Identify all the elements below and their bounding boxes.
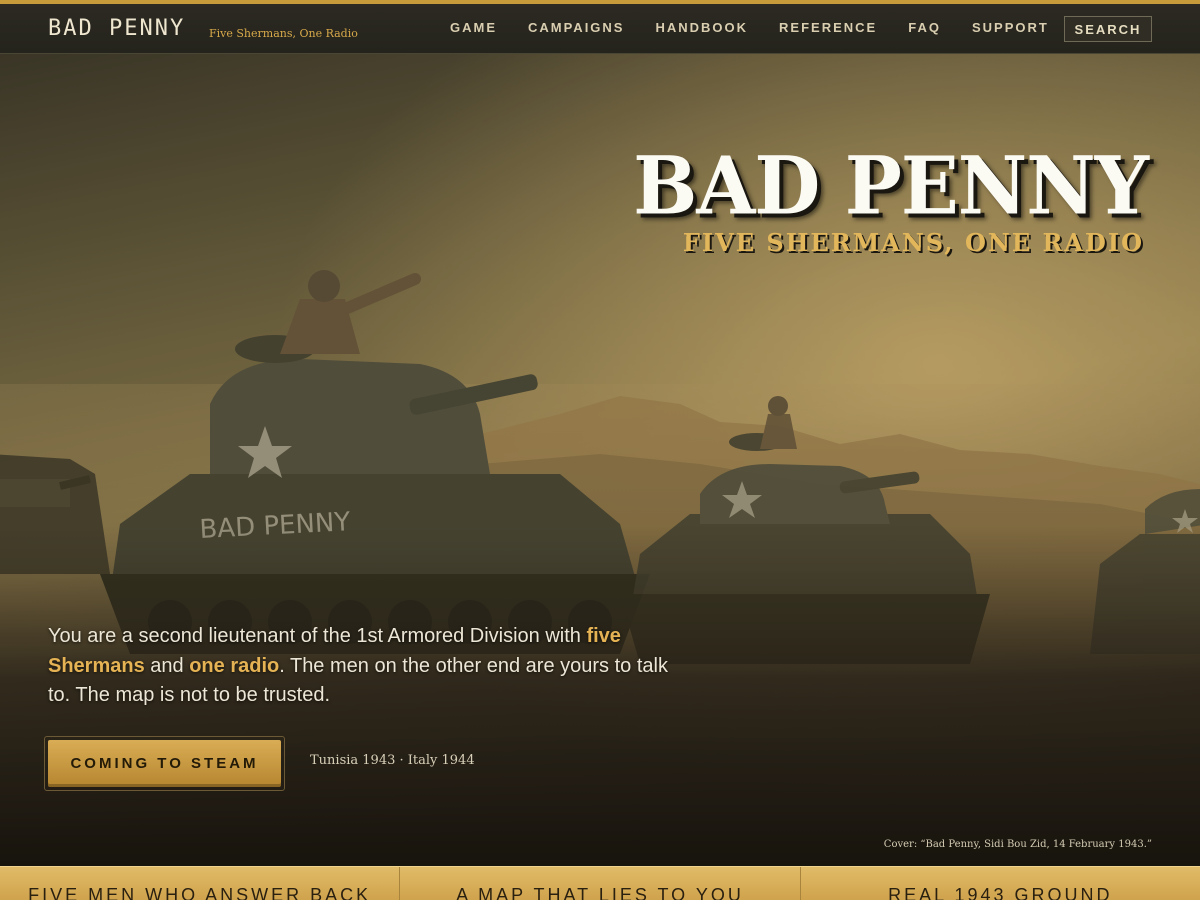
- logo-subtitle: FIVE SHERMANS, ONE RADIO: [682, 228, 1144, 257]
- hero-banner: BAD PENNY BAD PENN: [0, 54, 1200, 866]
- nav-reference[interactable]: REFERENCE: [779, 20, 877, 35]
- nav-game[interactable]: GAME: [450, 20, 497, 35]
- nav-faq[interactable]: FAQ: [908, 20, 941, 35]
- nav-handbook[interactable]: HANDBOOK: [655, 20, 748, 35]
- site-tagline: Five Shermans, One Radio: [209, 27, 358, 40]
- top-navigation-bar: BAD PENNY Five Shermans, One Radio GAME …: [0, 0, 1200, 54]
- site-brand[interactable]: BAD PENNY: [48, 16, 185, 41]
- intro-highlight-radio: one radio: [189, 654, 280, 677]
- intro-text: You are a second lieutenant of the 1st A…: [48, 625, 587, 647]
- feature-tab-ground[interactable]: REAL 1943 GROUND: [801, 867, 1200, 900]
- feature-tab-map[interactable]: A MAP THAT LIES TO YOU: [400, 867, 801, 900]
- game-logo: BAD PENNY FIVE SHERMANS, ONE RADIO: [633, 138, 1149, 257]
- search-button[interactable]: SEARCH: [1064, 16, 1152, 42]
- feature-strip: FIVE MEN WHO ANSWER BACK A MAP THAT LIES…: [0, 866, 1200, 900]
- page: BAD PENNY Five Shermans, One Radio GAME …: [0, 0, 1200, 900]
- nav-campaigns[interactable]: CAMPAIGNS: [528, 20, 624, 35]
- release-settings-text: Tunisia 1943 · Italy 1944: [310, 753, 475, 768]
- logo-title: BAD PENNY: [633, 138, 1149, 233]
- coming-to-steam-button[interactable]: COMING TO STEAM: [44, 736, 285, 791]
- cover-caption: Cover: “Bad Penny, Sidi Bou Zid, 14 Febr…: [883, 839, 1152, 850]
- feature-tab-five-men[interactable]: FIVE MEN WHO ANSWER BACK: [0, 867, 401, 900]
- intro-text: and: [144, 654, 190, 677]
- main-nav: GAME CAMPAIGNS HANDBOOK REFERENCE FAQ SU…: [450, 20, 1080, 35]
- hero-intro: You are a second lieutenant of the 1st A…: [48, 622, 668, 711]
- nav-support[interactable]: SUPPORT: [972, 20, 1049, 35]
- cta-label: COMING TO STEAM: [48, 740, 281, 787]
